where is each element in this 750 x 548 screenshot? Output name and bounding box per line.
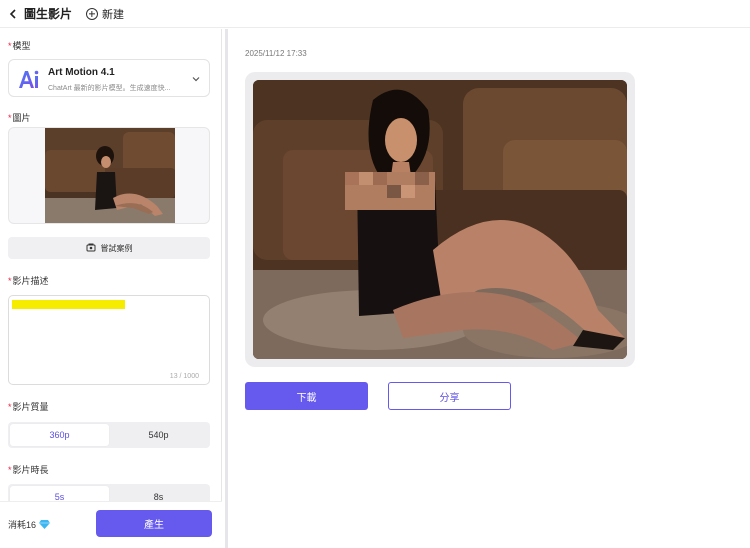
model-select[interactable]: Art Motion 4.1 ChatArt 最新的影片模型。生成速度快... (8, 59, 210, 97)
generate-button[interactable]: 產生 (96, 510, 212, 537)
quality-selector: 360p 540p (8, 422, 210, 448)
description-textarea[interactable]: 13 / 1000 (8, 295, 210, 385)
image-label: *圖片 (8, 113, 31, 123)
character-counter: 13 / 1000 (169, 373, 199, 380)
description-label: *影片描述 (8, 276, 49, 286)
new-button[interactable]: 新建 (86, 6, 124, 22)
chevron-down-icon (192, 77, 200, 82)
model-name: Art Motion 4.1 (48, 67, 115, 78)
try-sample-button[interactable]: 嘗試案例 (8, 237, 210, 259)
generated-video-preview[interactable] (253, 80, 627, 359)
try-sample-label: 嘗試案例 (100, 243, 133, 253)
model-label: *模型 (8, 41, 31, 51)
quality-option-360p[interactable]: 360p (10, 424, 109, 446)
credit-cost: 消耗16 (8, 518, 51, 531)
duration-label: *影片時長 (8, 465, 49, 475)
page-title: 圖生影片 (24, 7, 73, 21)
generate-footer: 消耗16 產生 (0, 501, 222, 548)
app-root: 圖生影片 新建 *模型 Art Motion 4.1 ChatArt 最新的影片… (0, 0, 750, 548)
share-button[interactable]: 分享 (388, 382, 511, 410)
quality-option-540p[interactable]: 540p (109, 424, 208, 446)
new-label: 新建 (102, 8, 125, 21)
back-chevron-icon (9, 8, 16, 19)
plus-circle-icon (86, 7, 99, 20)
panel-divider[interactable] (225, 29, 228, 548)
top-bar: 圖生影片 新建 (0, 0, 750, 28)
uploaded-image-thumbnail (45, 128, 175, 223)
back-button[interactable]: 圖生影片 (8, 5, 72, 22)
sample-icon (86, 243, 95, 252)
download-button[interactable]: 下載 (245, 382, 368, 410)
model-description: ChatArt 最新的影片模型。生成速度快... (48, 85, 171, 92)
cost-label: 消耗16 (8, 520, 37, 530)
result-timestamp: 2025/11/12 17:33 (245, 49, 307, 58)
quality-label: *影片質量 (8, 402, 49, 412)
gem-icon (39, 520, 51, 529)
image-upload-area[interactable] (8, 127, 210, 224)
highlighted-prompt-text (12, 300, 125, 309)
ai-logo-icon (19, 70, 39, 88)
result-preview-frame (245, 72, 635, 367)
